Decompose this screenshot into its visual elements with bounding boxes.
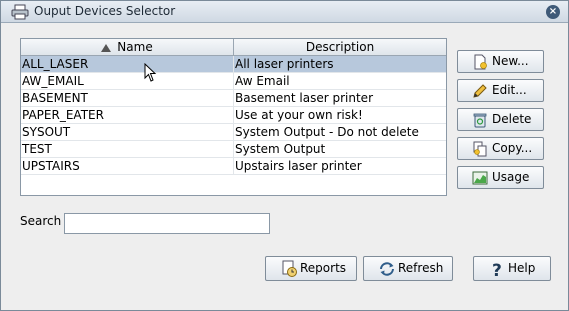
cell-name: TEST: [21, 141, 234, 158]
delete-button-label: Delete: [492, 112, 532, 126]
cell-description: Upstairs laser printer: [235, 159, 362, 173]
help-icon: ?: [492, 261, 502, 278]
usage-button-label: Usage: [492, 170, 530, 184]
chart-icon: [472, 171, 488, 185]
mouse-cursor-icon: [144, 63, 157, 82]
close-icon[interactable]: ×: [546, 5, 560, 19]
reports-button[interactable]: Reports: [265, 256, 357, 281]
help-button-label: Help: [508, 261, 536, 275]
column-header-name-label: Name: [117, 40, 153, 54]
table-body: ALL_LASER All laser printers AW_EMAIL Aw…: [21, 56, 446, 175]
printer-icon: [11, 4, 29, 20]
new-button-label: New...: [492, 54, 529, 68]
copy-button-label: Copy...: [492, 141, 533, 155]
trash-icon: [473, 113, 487, 128]
cell-name: SYSOUT: [21, 124, 234, 141]
table-row[interactable]: UPSTAIRS Upstairs laser printer: [21, 158, 446, 175]
new-button[interactable]: New...: [457, 50, 544, 73]
column-header-name[interactable]: Name: [21, 39, 234, 55]
table-row[interactable]: SYSOUT System Output - Do not delete: [21, 124, 446, 141]
cell-description: System Output: [235, 142, 326, 156]
title-bar[interactable]: Ouput Devices Selector ×: [1, 1, 568, 23]
reports-button-label: Reports: [300, 261, 347, 275]
delete-button[interactable]: Delete: [457, 108, 544, 131]
output-devices-dialog: Ouput Devices Selector × Name Descriptio…: [0, 0, 569, 311]
new-document-icon: [474, 54, 487, 70]
refresh-button-label: Refresh: [398, 261, 444, 275]
cell-name: UPSTAIRS: [21, 158, 234, 175]
cell-name: AW_EMAIL: [21, 73, 234, 90]
cell-description: System Output - Do not delete: [235, 125, 419, 139]
window-title: Ouput Devices Selector: [34, 4, 176, 18]
edit-button-label: Edit...: [492, 83, 527, 97]
table-header: Name Description: [21, 39, 446, 56]
pencil-icon: [473, 84, 487, 98]
report-icon: [282, 260, 297, 277]
column-header-description[interactable]: Description: [234, 39, 446, 55]
sort-ascending-icon: [101, 44, 112, 52]
usage-button[interactable]: Usage: [457, 166, 544, 189]
table-row[interactable]: AW_EMAIL Aw Email: [21, 73, 446, 90]
cell-description: Basement laser printer: [235, 91, 373, 105]
table-row[interactable]: ALL_LASER All laser printers: [21, 56, 446, 73]
svg-text:?: ?: [492, 261, 502, 278]
edit-button[interactable]: Edit...: [457, 79, 544, 102]
copy-icon: [473, 141, 487, 157]
cell-name: PAPER_EATER: [21, 107, 234, 124]
search-input[interactable]: [64, 213, 270, 234]
cell-description: Aw Email: [235, 74, 290, 88]
cell-description: Use at your own risk!: [235, 108, 363, 122]
help-button[interactable]: ? Help: [473, 256, 551, 281]
refresh-icon: [380, 262, 394, 276]
devices-table: Name Description ALL_LASER All laser pri…: [20, 38, 447, 196]
cell-description: All laser printers: [235, 57, 334, 71]
copy-button[interactable]: Copy...: [457, 137, 544, 160]
table-row[interactable]: TEST System Output: [21, 141, 446, 158]
table-row[interactable]: BASEMENT Basement laser printer: [21, 90, 446, 107]
search-label: Search: [20, 214, 62, 228]
refresh-button[interactable]: Refresh: [363, 256, 453, 281]
cell-name: ALL_LASER: [21, 56, 234, 73]
cell-name: BASEMENT: [21, 90, 234, 107]
table-row[interactable]: PAPER_EATER Use at your own risk!: [21, 107, 446, 124]
